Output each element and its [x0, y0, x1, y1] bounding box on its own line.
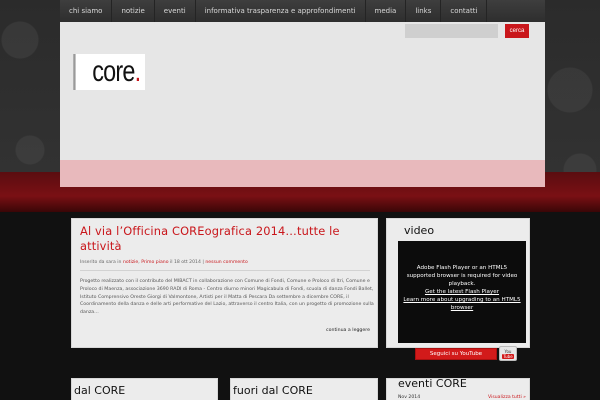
post-meta: Inserito da sara in notizie, Primo piano…	[80, 260, 370, 265]
post-divider	[80, 270, 370, 271]
search-input[interactable]	[405, 24, 498, 38]
youtube-follow-button[interactable]: Seguici su YouTube	[415, 348, 497, 360]
meta-category-notizie[interactable]: notizie	[123, 260, 138, 265]
site-logo[interactable]: core.	[73, 54, 145, 90]
nav-item-contatti[interactable]: contatti	[441, 0, 488, 22]
meta-category-primo-piano[interactable]: Primo piano	[141, 260, 168, 265]
eventi-core-title: eventi CORE	[398, 377, 467, 390]
post-title[interactable]: Al via l’Officina COREografica 2014…tutt…	[80, 224, 370, 254]
eventi-core-panel: eventi CORE Nov 2014 Visualizza tutti »	[386, 377, 530, 400]
event-month: Nov 2014	[398, 395, 421, 400]
nav-item-notizie[interactable]: notizie	[112, 0, 155, 22]
meta-prefix: Inserito da sara in	[80, 260, 123, 265]
meta-comments-link[interactable]: nessun commento	[205, 260, 247, 265]
read-more-link[interactable]: continua a leggere	[326, 328, 370, 333]
nav-item-eventi[interactable]: eventi	[155, 0, 196, 22]
html5-upgrade-link[interactable]: Learn more about upgrading to an HTML5 b…	[403, 297, 520, 311]
post-excerpt: Progetto realizzato con il contributo de…	[80, 279, 374, 316]
search-button[interactable]: cerca	[505, 24, 529, 38]
meta-date: il 18 ott 2014 |	[168, 260, 206, 265]
flash-player-link[interactable]: Get the latest Flash Player	[425, 289, 499, 295]
logo-text: core	[92, 55, 135, 88]
flash-message: Adobe Flash Player or an HTML5 supported…	[406, 265, 518, 287]
youtube-icon-tube: Tube	[502, 353, 514, 359]
video-player[interactable]: Adobe Flash Player or an HTML5 supported…	[398, 241, 526, 343]
post-panel: Al via l’Officina COREografica 2014…tutt…	[71, 218, 378, 348]
nav-item-informativa[interactable]: informativa trasparenza e approfondiment…	[196, 0, 366, 22]
header-area: cerca	[60, 22, 545, 160]
header-banner-bar	[60, 160, 545, 187]
nav-item-links[interactable]: links	[406, 0, 442, 22]
video-sidebar: video Adobe Flash Player or an HTML5 sup…	[386, 218, 530, 361]
fuori-dal-core-panel: fuori dal CORE	[230, 378, 378, 400]
nav-item-media[interactable]: media	[366, 0, 407, 22]
nav-item-chi-siamo[interactable]: chi siamo	[60, 0, 113, 22]
dal-core-panel: dal CORE	[71, 378, 218, 400]
youtube-icon[interactable]: You Tube	[499, 346, 517, 361]
fuori-dal-core-title: fuori dal CORE	[233, 384, 313, 397]
logo-dot: .	[134, 55, 142, 88]
top-navigation: chi siamo notizie eventi informativa tra…	[60, 0, 545, 22]
view-all-events-link[interactable]: Visualizza tutti »	[488, 395, 526, 400]
video-title: video	[404, 224, 435, 237]
dal-core-title: dal CORE	[74, 384, 126, 397]
youtube-icon-you: You	[504, 348, 512, 354]
